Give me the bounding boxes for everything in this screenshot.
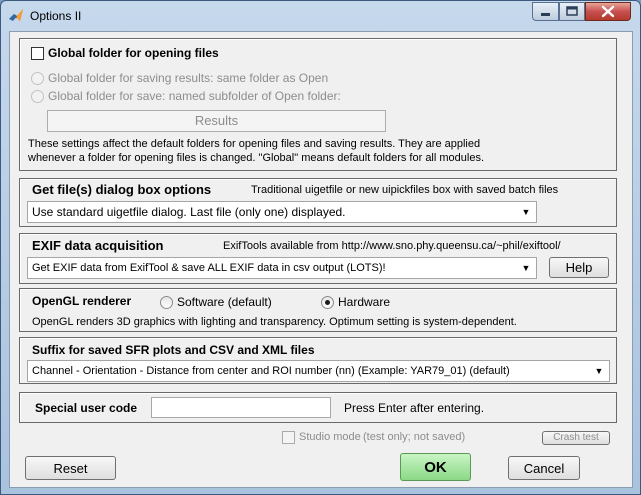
exif-panel: EXIF data acquisition ExifTools availabl… xyxy=(19,233,617,284)
minimize-icon xyxy=(541,13,550,16)
global-folder-panel: Global folder for opening files Global f… xyxy=(19,38,617,171)
exif-help-button[interactable]: Help xyxy=(549,257,609,278)
chevron-down-icon: ▼ xyxy=(521,263,531,273)
dialog-body: Global folder for opening files Global f… xyxy=(9,31,633,488)
radio-selected-dot xyxy=(325,300,330,305)
folder-note-line2: whenever a folder for opening files is c… xyxy=(28,152,485,164)
crash-test-button[interactable]: Crash test xyxy=(542,431,610,445)
global-open-label: Global folder for opening files xyxy=(48,46,219,60)
opengl-software-radio[interactable] xyxy=(160,296,173,309)
exif-dropdown[interactable]: Get EXIF data from ExifTool & save ALL E… xyxy=(27,257,537,279)
user-code-hint: Press Enter after entering. xyxy=(344,401,485,415)
save-named-subfolder-radio[interactable] xyxy=(31,90,44,103)
save-same-folder-label: Global folder for saving results: same f… xyxy=(48,71,329,85)
suffix-dropdown[interactable]: Channel - Orientation - Distance from ce… xyxy=(27,360,610,382)
user-code-label: Special user code xyxy=(35,401,138,415)
maximize-button[interactable] xyxy=(559,2,585,21)
get-files-selected: Use standard uigetfile dialog. Last file… xyxy=(32,205,346,219)
suffix-selected: Channel - Orientation - Distance from ce… xyxy=(32,365,510,377)
options-window: Options II Global folder for opening fil… xyxy=(0,0,641,495)
chevron-down-icon: ▼ xyxy=(594,366,604,376)
suffix-heading: Suffix for saved SFR plots and CSV and X… xyxy=(32,343,315,357)
studio-mode-checkbox[interactable] xyxy=(282,431,295,444)
get-files-description: Traditional uigetfile or new uipickfiles… xyxy=(251,184,559,196)
get-files-panel: Get file(s) dialog box options Tradition… xyxy=(19,178,617,227)
opengl-hardware-radio[interactable] xyxy=(321,296,334,309)
close-button[interactable] xyxy=(585,2,631,21)
save-named-subfolder-label: Global folder for save: named subfolder … xyxy=(48,89,341,103)
maximize-icon xyxy=(566,6,578,16)
exif-heading: EXIF data acquisition xyxy=(32,238,164,253)
studio-mode-note: (test only; not saved) xyxy=(363,431,466,443)
opengl-note: OpenGL renders 3D graphics with lighting… xyxy=(32,316,517,328)
user-code-input[interactable] xyxy=(151,397,331,418)
cancel-button[interactable]: Cancel xyxy=(508,456,580,480)
global-open-checkbox[interactable] xyxy=(31,47,44,60)
save-same-folder-radio[interactable] xyxy=(31,72,44,85)
get-files-heading: Get file(s) dialog box options xyxy=(32,182,212,197)
opengl-panel: OpenGL renderer Software (default) Hardw… xyxy=(19,288,617,332)
folder-note-line1: These settings affect the default folder… xyxy=(28,138,481,150)
get-files-dropdown[interactable]: Use standard uigetfile dialog. Last file… xyxy=(27,201,537,223)
suffix-panel: Suffix for saved SFR plots and CSV and X… xyxy=(19,337,617,384)
exif-description: ExifTools available from http://www.sno.… xyxy=(223,240,561,252)
ok-button[interactable]: OK xyxy=(400,453,471,481)
minimize-button[interactable] xyxy=(532,2,559,21)
matlab-logo-icon xyxy=(9,9,23,21)
chevron-down-icon: ▼ xyxy=(521,207,531,217)
exif-selected: Get EXIF data from ExifTool & save ALL E… xyxy=(32,262,386,274)
studio-mode-label: Studio mode xyxy=(299,431,361,443)
close-icon xyxy=(601,5,615,18)
opengl-software-label: Software (default) xyxy=(177,295,272,309)
reset-button[interactable]: Reset xyxy=(25,456,116,480)
title-bar[interactable]: Options II xyxy=(1,1,640,31)
window-title: Options II xyxy=(30,9,82,23)
user-code-panel: Special user code Press Enter after ente… xyxy=(19,392,617,423)
opengl-heading: OpenGL renderer xyxy=(32,294,132,308)
subfolder-name-field[interactable]: Results xyxy=(47,110,386,132)
opengl-hardware-label: Hardware xyxy=(338,295,391,309)
